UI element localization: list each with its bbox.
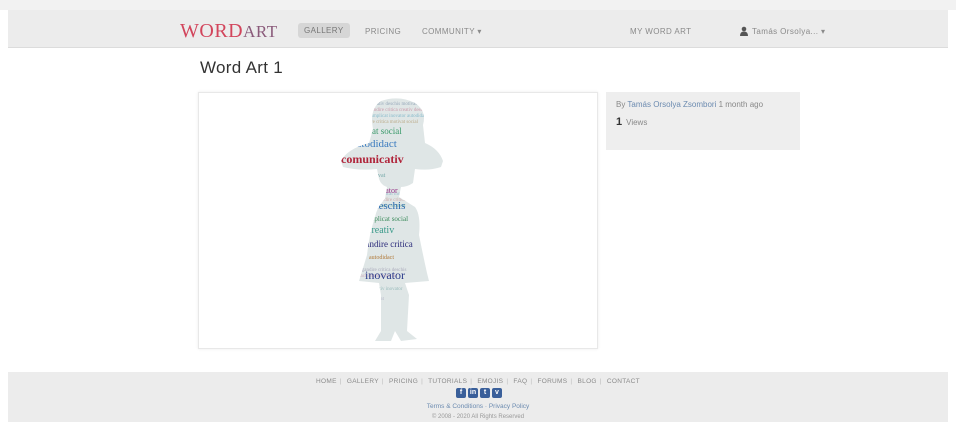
word-autodidact-2: autodidact <box>369 255 394 261</box>
footer-link-blog[interactable]: BLOG <box>578 378 597 385</box>
views-count: 1 Views <box>616 116 790 128</box>
svg-text:implicat social motivat: implicat social motivat <box>329 317 375 322</box>
word-comunicativ: comunicativ <box>341 152 404 166</box>
word-inovator-large: inovator <box>365 268 405 282</box>
footer-link-home[interactable]: HOME <box>316 378 337 385</box>
footer-link-faq[interactable]: FAQ <box>513 378 527 385</box>
svg-text:comunicativ motivat implicat i: comunicativ motivat implicat inovator au… <box>329 114 428 119</box>
footer-link-gallery[interactable]: GALLERY <box>347 378 379 385</box>
svg-text:creativ autodidact: creativ autodidact <box>329 336 365 341</box>
footer-link-pricing[interactable]: PRICING <box>389 378 418 385</box>
nav-pricing[interactable]: PRICING <box>365 27 401 36</box>
footer-links: HOME | GALLERY | PRICING | TUTORIALS | EMOJI… <box>316 378 640 385</box>
navbar: WORDART GALLERY PRICING COMMUNITY ▾ MY W… <box>8 10 948 48</box>
word-deschis: deschis <box>373 200 405 212</box>
nav-community[interactable]: COMMUNITY ▾ <box>422 27 482 36</box>
twitter-icon[interactable]: t <box>480 388 490 398</box>
word-creativ: creativ <box>367 225 394 236</box>
nav-gallery[interactable]: GALLERY <box>298 23 350 38</box>
facebook-icon[interactable]: f <box>456 388 466 398</box>
svg-text:deschis creativ gandire critic: deschis creativ gandire critica motivat … <box>329 120 419 125</box>
svg-text:autodidact inovator gandire cr: autodidact inovator gandire critica crea… <box>329 108 429 113</box>
author-line: By Tamás Orsolya Zsombori 1 month ago <box>616 100 790 110</box>
site-logo[interactable]: WORDART <box>180 20 278 43</box>
views-label: Views <box>626 118 648 127</box>
word-implicat-social: implicat social <box>349 126 402 136</box>
svg-text:creativ deschis inovator: creativ deschis inovator <box>329 307 377 312</box>
post-time: 1 month ago <box>716 100 764 109</box>
by-prefix: By <box>616 100 628 109</box>
info-panel: By Tamás Orsolya Zsombori 1 month ago 1V… <box>606 92 800 150</box>
word-gandire-critica: gandire critica <box>361 239 413 249</box>
word-implicat-social-2: implicat social <box>367 215 408 223</box>
logo-art: ART <box>243 22 278 41</box>
views-number: 1 <box>616 116 623 128</box>
social-icons: f in t v <box>456 388 502 398</box>
vimeo-icon[interactable]: v <box>492 388 502 398</box>
user-icon <box>740 26 748 36</box>
word-art-canvas: implicat social comunicativ deschis moti… <box>198 92 598 349</box>
word-autodidact: autodidact <box>351 138 397 150</box>
browser-top-strip <box>0 0 956 10</box>
logo-word: WORD <box>180 20 244 42</box>
word-inovator-small: inovator <box>371 186 398 195</box>
linkedin-icon[interactable]: in <box>468 388 478 398</box>
footer: HOME | GALLERY | PRICING | TUTORIALS | EMOJI… <box>8 372 948 422</box>
user-menu[interactable]: Tamás Orsolya... ▾ <box>752 27 825 36</box>
footer-link-emojis[interactable]: EMOJIS <box>477 378 503 385</box>
svg-text:motivat deschis creativ implic: motivat deschis creativ implicat inovato… <box>329 192 411 197</box>
footer-link-contact[interactable]: CONTACT <box>607 378 640 385</box>
svg-text:gandire critica deschis: gandire critica deschis <box>329 327 374 332</box>
svg-text:implicat social comunicativ de: implicat social comunicativ deschis moti… <box>329 102 432 107</box>
copyright: © 2008 - 2020 All Rights Reserved <box>431 414 525 420</box>
terms-privacy-links[interactable]: Terms & Conditions · Privacy Policy <box>8 403 948 410</box>
author-link[interactable]: Tamás Orsolya Zsombori <box>627 100 716 109</box>
svg-text:autodidact motivat implicat: autodidact motivat implicat <box>329 297 385 302</box>
svg-text:deschis comunicativ creativ in: deschis comunicativ creativ inovator <box>329 287 403 292</box>
nav-my-word-art[interactable]: MY WORD ART <box>630 27 691 36</box>
page-title: Word Art 1 <box>200 58 283 77</box>
footer-link-tutorials[interactable]: TUTORIALS <box>428 378 467 385</box>
word-art-silhouette: implicat social comunicativ deschis moti… <box>329 98 443 341</box>
footer-link-forums[interactable]: FORUMS <box>537 378 567 385</box>
word-motivat: motivat <box>367 173 386 179</box>
